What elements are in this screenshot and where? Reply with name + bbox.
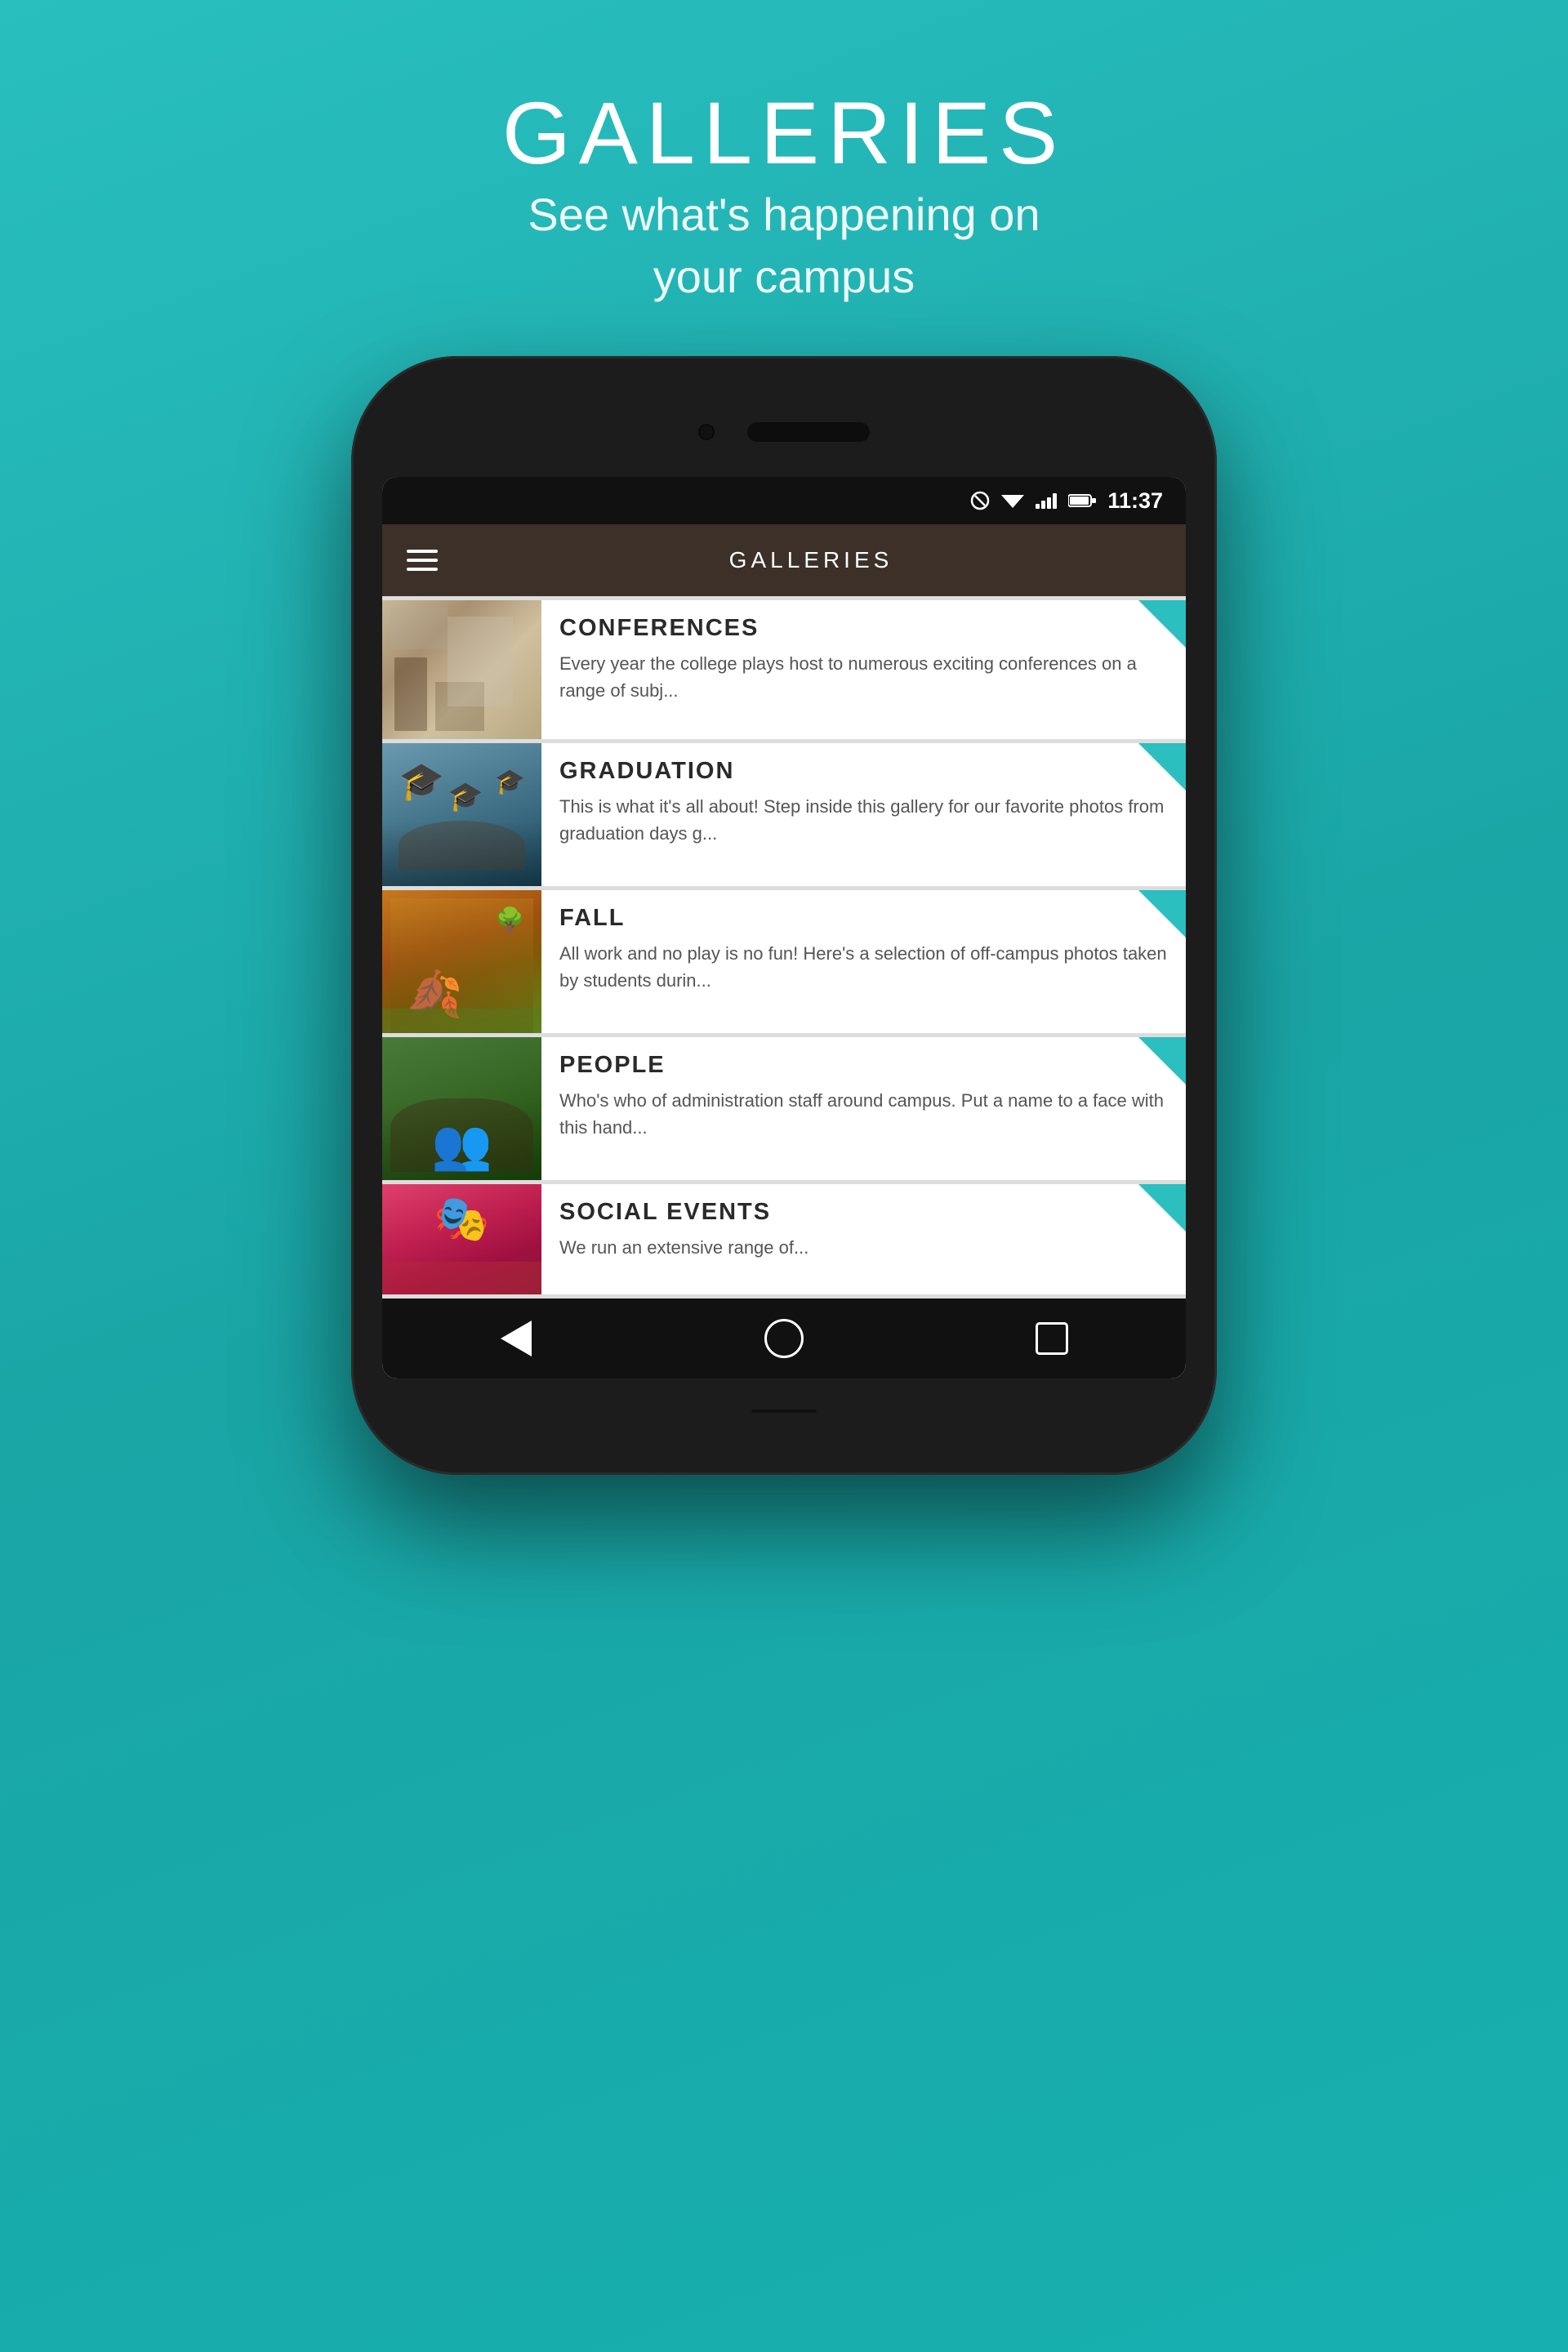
phone-top-bezel [382,387,1186,477]
corner-accent [1138,1184,1186,1232]
home-icon [764,1319,804,1358]
list-item[interactable]: CONFERENCES Every year the college plays… [382,600,1186,739]
corner-accent [1138,743,1186,791]
page-header: GALLERIES See what's happening on your c… [502,82,1066,307]
item-title: GRADUATION [559,758,1171,785]
item-title: FALL [559,905,1171,932]
phone-screen: 11:37 GALLERIES [382,477,1186,1379]
item-description: Every year the college plays host to num… [559,650,1171,704]
phone-bottom-bezel [382,1379,1186,1444]
nav-home-button[interactable] [758,1312,811,1365]
speaker-grille [747,422,870,442]
corner-accent [1138,600,1186,648]
recent-icon [1036,1322,1068,1355]
hamburger-line-2 [407,559,438,562]
item-thumbnail: 👥 [382,1037,541,1180]
item-thumbnail: 🍂 🌳 [382,890,541,1033]
item-thumbnail: 🎓 🎓 🎓 [382,743,541,886]
nav-back-button[interactable] [490,1312,543,1365]
back-icon [501,1321,532,1356]
page-title: GALLERIES [502,82,1066,184]
page-subtitle: See what's happening on your campus [502,184,1066,307]
item-description: Who's who of administration staff around… [559,1087,1171,1141]
gallery-list: CONFERENCES Every year the college plays… [382,596,1186,1298]
nav-recent-button[interactable] [1026,1312,1079,1365]
battery-icon [1068,493,1096,508]
no-signal-icon [970,491,990,510]
list-item[interactable]: 🎭 SOCIAL EVENTS We run an extensive rang… [382,1184,1186,1294]
app-bar: GALLERIES [382,524,1186,596]
item-content: FALL All work and no play is no fun! Her… [541,890,1186,1033]
hamburger-line-1 [407,550,438,553]
list-item[interactable]: 🎓 🎓 🎓 GRADUATION This is what it's all a… [382,743,1186,886]
item-content: SOCIAL EVENTS We run an extensive range … [541,1184,1186,1294]
status-time: 11:37 [1107,488,1163,514]
bottom-nav-bar [382,1298,1186,1379]
page-background: GALLERIES See what's happening on your c… [0,0,1568,2352]
item-title: PEOPLE [559,1052,1171,1079]
list-item[interactable]: 🍂 🌳 FALL All work and no play is no fun!… [382,890,1186,1033]
wifi-icon [1001,492,1024,510]
hamburger-line-3 [407,568,438,571]
signal-icon [1036,492,1057,509]
corner-accent [1138,1037,1186,1085]
item-description: We run an extensive range of... [559,1234,1171,1261]
item-content: CONFERENCES Every year the college plays… [541,600,1186,739]
hamburger-menu-button[interactable] [407,550,438,571]
item-thumbnail [382,600,541,739]
item-description: All work and no play is no fun! Here's a… [559,940,1171,994]
front-camera [698,424,715,440]
item-content: PEOPLE Who's who of administration staff… [541,1037,1186,1180]
status-bar: 11:37 [382,477,1186,524]
list-item[interactable]: 👥 PEOPLE Who's who of administration sta… [382,1037,1186,1180]
corner-accent [1138,890,1186,938]
item-title: SOCIAL EVENTS [559,1199,1171,1226]
item-thumbnail: 🎭 [382,1184,541,1294]
phone-frame: 11:37 GALLERIES [351,356,1217,1475]
item-title: CONFERENCES [559,615,1171,642]
item-content: GRADUATION This is what it's all about! … [541,743,1186,886]
item-description: This is what it's all about! Step inside… [559,793,1171,847]
app-bar-title: GALLERIES [461,547,1161,573]
